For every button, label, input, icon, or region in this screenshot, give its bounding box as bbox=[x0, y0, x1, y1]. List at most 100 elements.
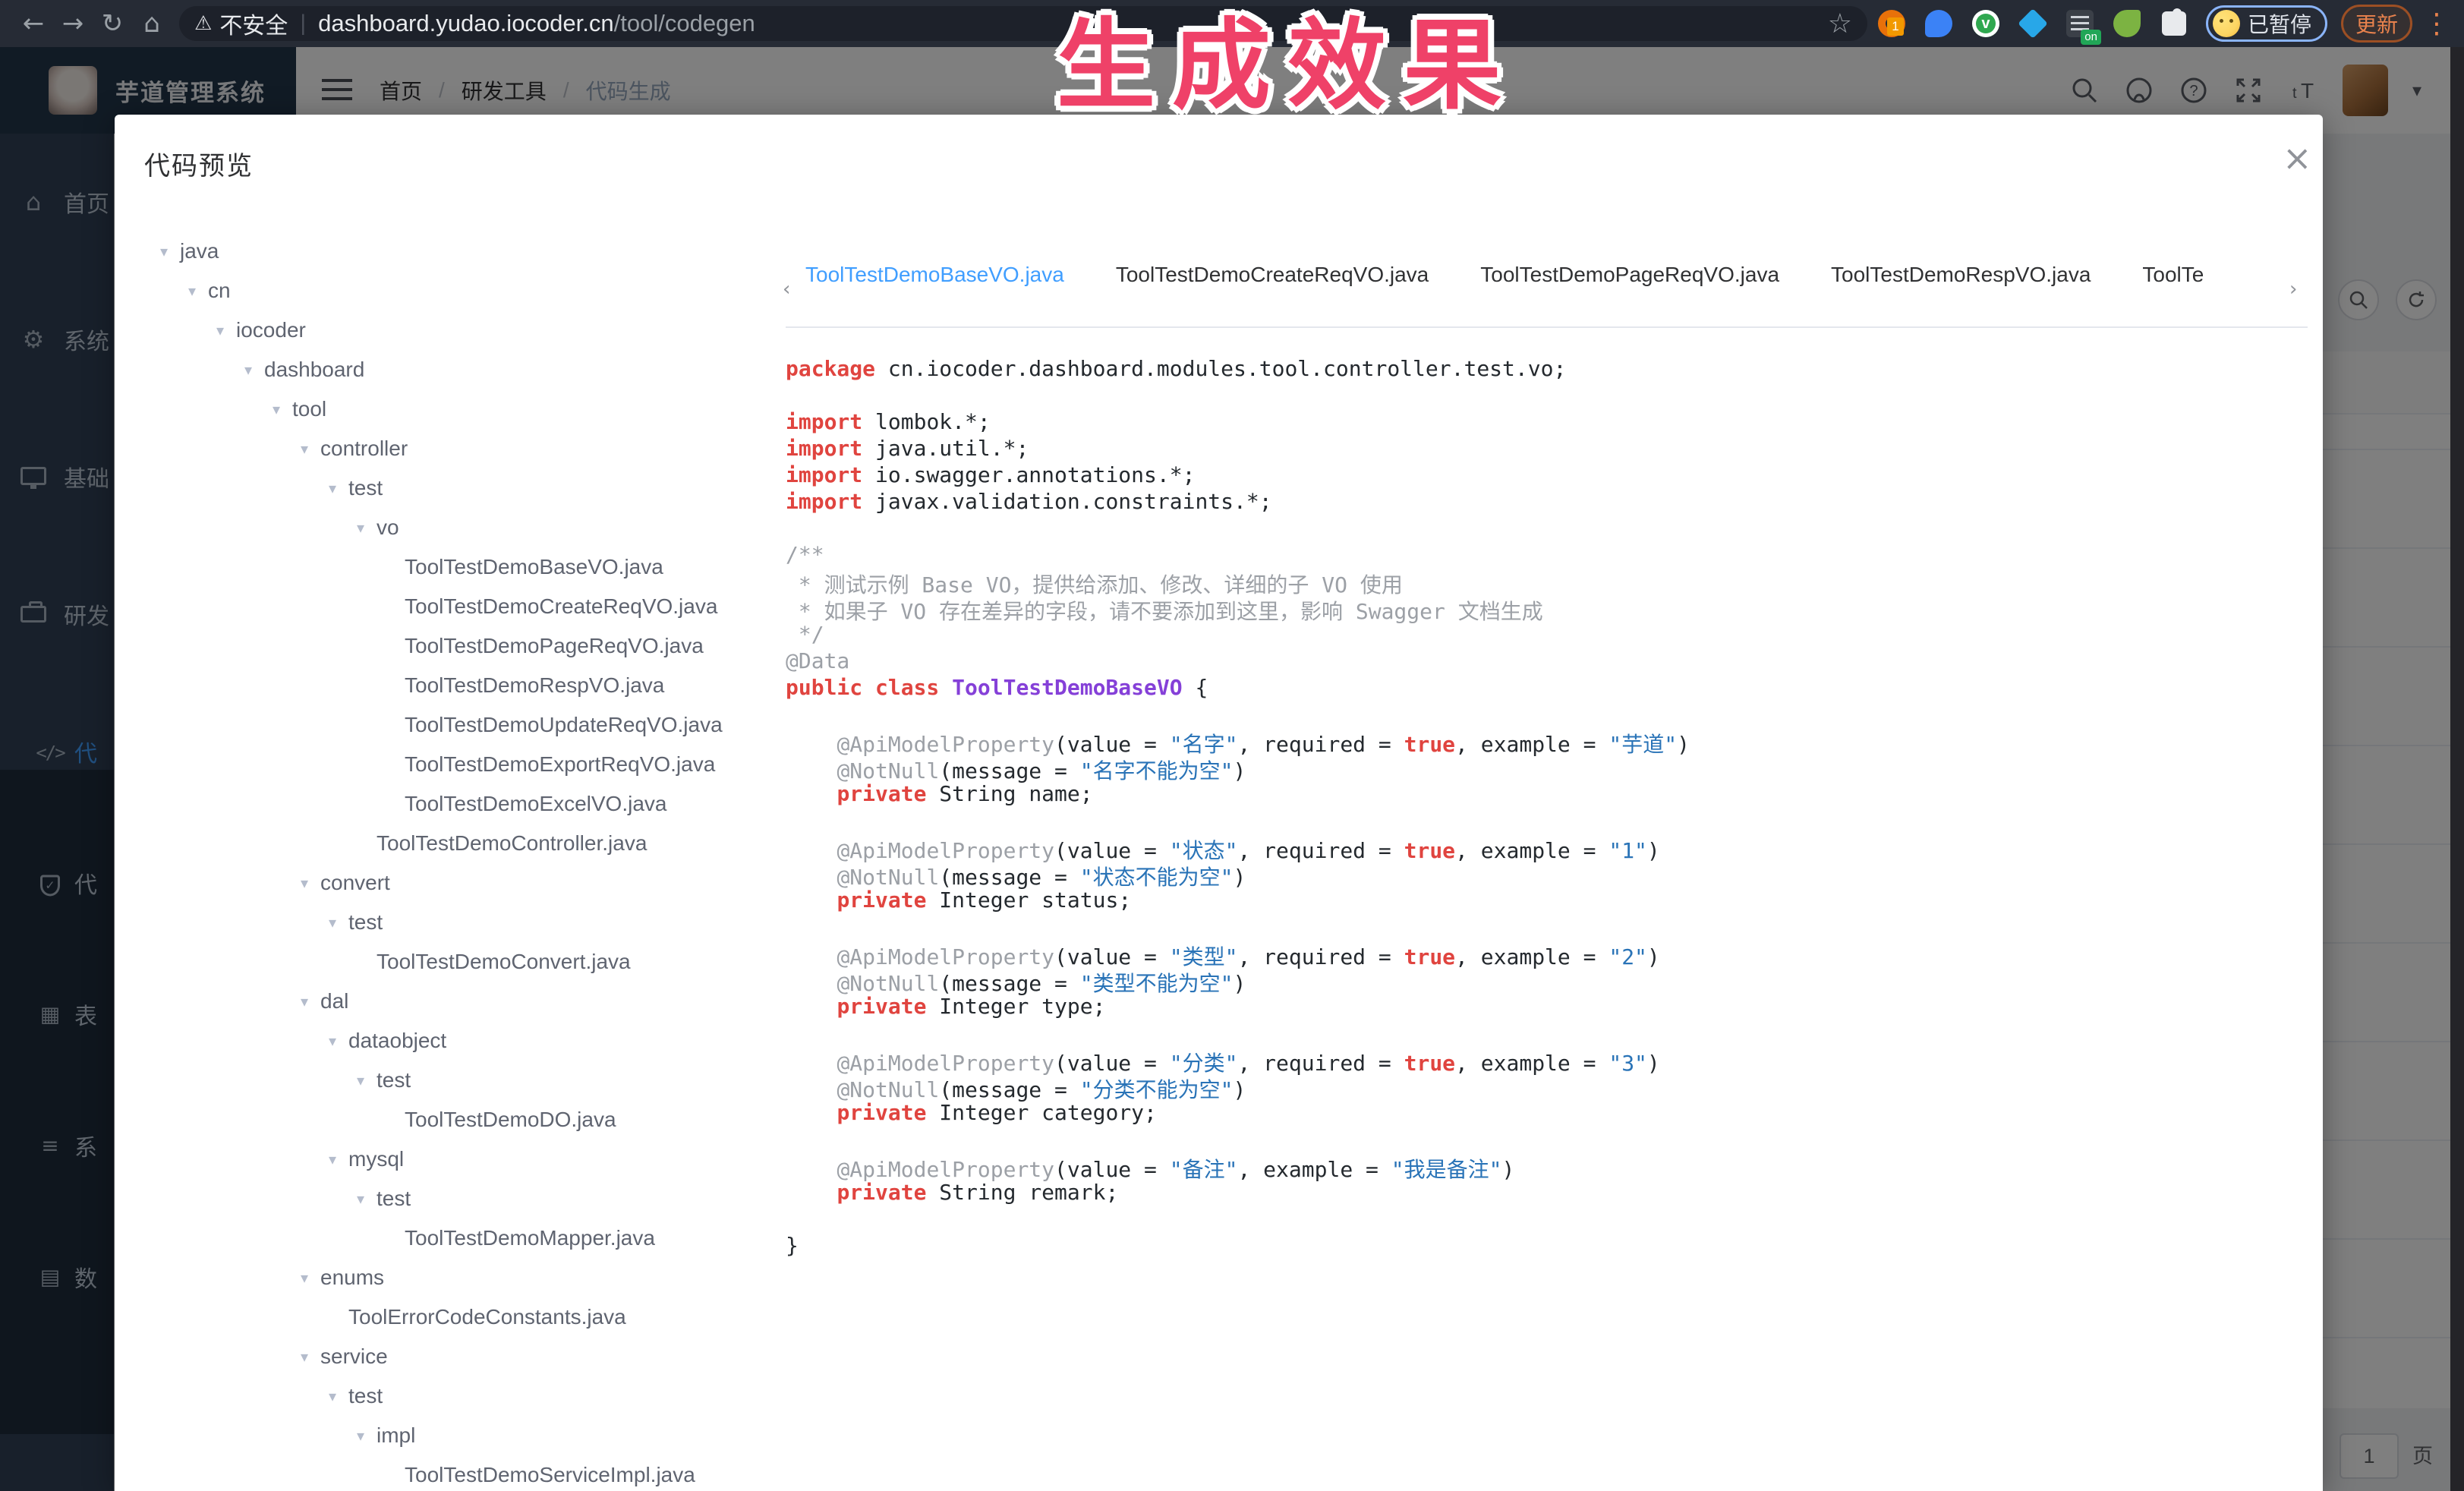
refresh-icon[interactable]: ↻ bbox=[93, 8, 132, 39]
tree-node-dir[interactable]: ▾iocoder bbox=[115, 310, 783, 350]
url-bar[interactable]: ⚠ 不安全 | dashboard.yudao.iocoder.cn /tool… bbox=[179, 6, 1867, 41]
bookmark-star-icon[interactable]: ☆ bbox=[1828, 8, 1852, 39]
tree-node-label: test bbox=[377, 1187, 411, 1211]
caret-down-icon[interactable]: ▾ bbox=[357, 519, 377, 537]
code-line: * 如果子 VO 存在差异的字段，请不要添加到这里，影响 Swagger 文档生… bbox=[786, 595, 2300, 622]
tree-node-label: vo bbox=[377, 515, 399, 540]
tree-node-file[interactable]: ▾ToolTestDemoExportReqVO.java bbox=[115, 745, 783, 784]
caret-down-icon[interactable]: ▾ bbox=[329, 913, 348, 931]
code-line: @NotNull(message = "状态不能为空") bbox=[786, 861, 2300, 887]
tab-ToolTestDemoCreateReqVO.java[interactable]: ToolTestDemoCreateReqVO.java bbox=[1090, 252, 1454, 326]
tree-node-dir[interactable]: ▾controller bbox=[115, 429, 783, 468]
tree-node-dir[interactable]: ▾mysql bbox=[115, 1140, 783, 1179]
url-host[interactable]: dashboard.yudao.iocoder.cn bbox=[318, 10, 614, 37]
tree-node-label: iocoder bbox=[236, 318, 306, 342]
tree-node-file[interactable]: ▾ToolErrorCodeConstants.java bbox=[115, 1297, 783, 1337]
tree-node-dir[interactable]: ▾vo bbox=[115, 508, 783, 547]
caret-down-icon[interactable]: ▾ bbox=[160, 242, 180, 260]
caret-down-icon[interactable]: ▾ bbox=[273, 400, 292, 418]
extension-orange-icon[interactable]: 1 bbox=[1878, 10, 1905, 37]
tree-node-dir[interactable]: ▾test bbox=[115, 1376, 783, 1416]
caret-down-icon[interactable]: ▾ bbox=[244, 361, 264, 379]
tab-scroll-next-icon[interactable]: › bbox=[2289, 252, 2309, 326]
tree-node-file[interactable]: ▾ToolTestDemoRespVO.java bbox=[115, 666, 783, 705]
back-arrow-icon[interactable]: ← bbox=[14, 8, 53, 39]
tree-node-dir[interactable]: ▾impl bbox=[115, 1416, 783, 1455]
file-tree: ▾java▾cn▾iocoder▾dashboard▾tool▾controll… bbox=[115, 232, 783, 1491]
caret-down-icon[interactable]: ▾ bbox=[329, 479, 348, 497]
caret-down-icon[interactable]: ▾ bbox=[301, 1269, 320, 1287]
tab-scroll-prev-icon[interactable]: ‹ bbox=[783, 252, 802, 326]
caret-down-icon[interactable]: ▾ bbox=[357, 1190, 377, 1208]
tree-node-label: controller bbox=[320, 437, 408, 461]
caret-down-icon[interactable]: ▾ bbox=[357, 1071, 377, 1089]
caret-down-icon[interactable]: ▾ bbox=[301, 874, 320, 892]
tree-node-file[interactable]: ▾ToolTestDemoBaseVO.java bbox=[115, 547, 783, 587]
profile-chip-label: 已暂停 bbox=[2248, 8, 2311, 39]
close-icon[interactable]: × bbox=[2283, 137, 2312, 178]
tree-node-label: ToolTestDemoUpdateReqVO.java bbox=[405, 713, 723, 737]
security-label[interactable]: 不安全 bbox=[219, 7, 288, 40]
caret-down-icon[interactable]: ▾ bbox=[188, 282, 208, 300]
tree-node-file[interactable]: ▾ToolTestDemoUpdateReqVO.java bbox=[115, 705, 783, 745]
kebab-menu-icon[interactable]: ⋮ bbox=[2423, 8, 2450, 39]
code-line: @ApiModelProperty(value = "备注", example … bbox=[786, 1153, 2300, 1180]
profile-chip[interactable]: 已暂停 bbox=[2206, 5, 2327, 42]
code-line: /** bbox=[786, 542, 2300, 569]
tree-node-label: test bbox=[348, 1384, 383, 1408]
code-line: @Data bbox=[786, 648, 2300, 675]
extension-list-icon[interactable]: on bbox=[2066, 10, 2094, 37]
extension-drop-icon[interactable] bbox=[1925, 10, 1952, 37]
tab-ToolTestDemoBaseVO.java[interactable]: ToolTestDemoBaseVO.java bbox=[805, 252, 1090, 326]
caret-down-icon[interactable]: ▾ bbox=[357, 1426, 377, 1445]
tab-ToolTe[interactable]: ToolTe bbox=[2116, 252, 2229, 326]
tree-node-dir[interactable]: ▾convert bbox=[115, 863, 783, 903]
caret-down-icon[interactable]: ▾ bbox=[329, 1387, 348, 1405]
caret-down-icon[interactable]: ▾ bbox=[329, 1150, 348, 1168]
tree-node-file[interactable]: ▾ToolTestDemoExcelVO.java bbox=[115, 784, 783, 824]
home-icon[interactable]: ⌂ bbox=[132, 8, 172, 39]
forward-arrow-icon[interactable]: → bbox=[53, 8, 93, 39]
caret-down-icon[interactable]: ▾ bbox=[216, 321, 236, 339]
tree-node-dir[interactable]: ▾test bbox=[115, 468, 783, 508]
extension-green-icon[interactable]: v bbox=[1972, 10, 1999, 37]
url-path[interactable]: /tool/codegen bbox=[614, 10, 755, 37]
tree-node-file[interactable]: ▾ToolTestDemoCreateReqVO.java bbox=[115, 587, 783, 626]
tab-ToolTestDemoRespVO.java[interactable]: ToolTestDemoRespVO.java bbox=[1805, 252, 2116, 326]
code-line: private Integer status; bbox=[786, 887, 2300, 914]
tree-node-dir[interactable]: ▾test bbox=[115, 903, 783, 942]
extension-diamond-icon[interactable] bbox=[2018, 8, 2048, 39]
tree-node-dir[interactable]: ▾cn bbox=[115, 271, 783, 310]
tree-node-file[interactable]: ▾ToolTestDemoServiceImpl.java bbox=[115, 1455, 783, 1491]
profile-emoji-icon bbox=[2213, 10, 2240, 37]
tab-ToolTestDemoPageReqVO.java[interactable]: ToolTestDemoPageReqVO.java bbox=[1454, 252, 1805, 326]
tree-node-dir[interactable]: ▾enums bbox=[115, 1258, 783, 1297]
tree-node-dir[interactable]: ▾java bbox=[115, 232, 783, 271]
caret-down-icon[interactable]: ▾ bbox=[329, 1032, 348, 1050]
tree-node-dir[interactable]: ▾dal bbox=[115, 982, 783, 1021]
tree-node-dir[interactable]: ▾tool bbox=[115, 389, 783, 429]
tree-node-dir[interactable]: ▾dashboard bbox=[115, 350, 783, 389]
tree-node-dir[interactable]: ▾dataobject bbox=[115, 1021, 783, 1061]
tree-node-file[interactable]: ▾ToolTestDemoDO.java bbox=[115, 1100, 783, 1140]
tree-node-file[interactable]: ▾ToolTestDemoController.java bbox=[115, 824, 783, 863]
update-label: 更新 bbox=[2355, 8, 2398, 39]
caret-down-icon[interactable]: ▾ bbox=[301, 1348, 320, 1366]
tree-node-label: cn bbox=[208, 279, 231, 303]
browser-scrollbar[interactable] bbox=[2450, 47, 2464, 1491]
extensions-puzzle-icon[interactable] bbox=[2162, 11, 2186, 36]
tree-node-label: convert bbox=[320, 871, 390, 895]
tree-node-file[interactable]: ▾ToolTestDemoConvert.java bbox=[115, 942, 783, 982]
caret-down-icon[interactable]: ▾ bbox=[301, 992, 320, 1010]
tree-node-dir[interactable]: ▾service bbox=[115, 1337, 783, 1376]
update-button[interactable]: 更新 bbox=[2341, 5, 2412, 43]
extension-sprout-icon[interactable] bbox=[2113, 10, 2141, 37]
tree-node-dir[interactable]: ▾test bbox=[115, 1061, 783, 1100]
tree-node-label: ToolTestDemoPageReqVO.java bbox=[405, 634, 704, 658]
caret-down-icon[interactable]: ▾ bbox=[301, 440, 320, 458]
tree-node-dir[interactable]: ▾test bbox=[115, 1179, 783, 1218]
tree-node-label: tool bbox=[292, 397, 326, 421]
security-warning-icon[interactable]: ⚠ bbox=[194, 12, 212, 35]
tree-node-file[interactable]: ▾ToolTestDemoPageReqVO.java bbox=[115, 626, 783, 666]
tree-node-file[interactable]: ▾ToolTestDemoMapper.java bbox=[115, 1218, 783, 1258]
